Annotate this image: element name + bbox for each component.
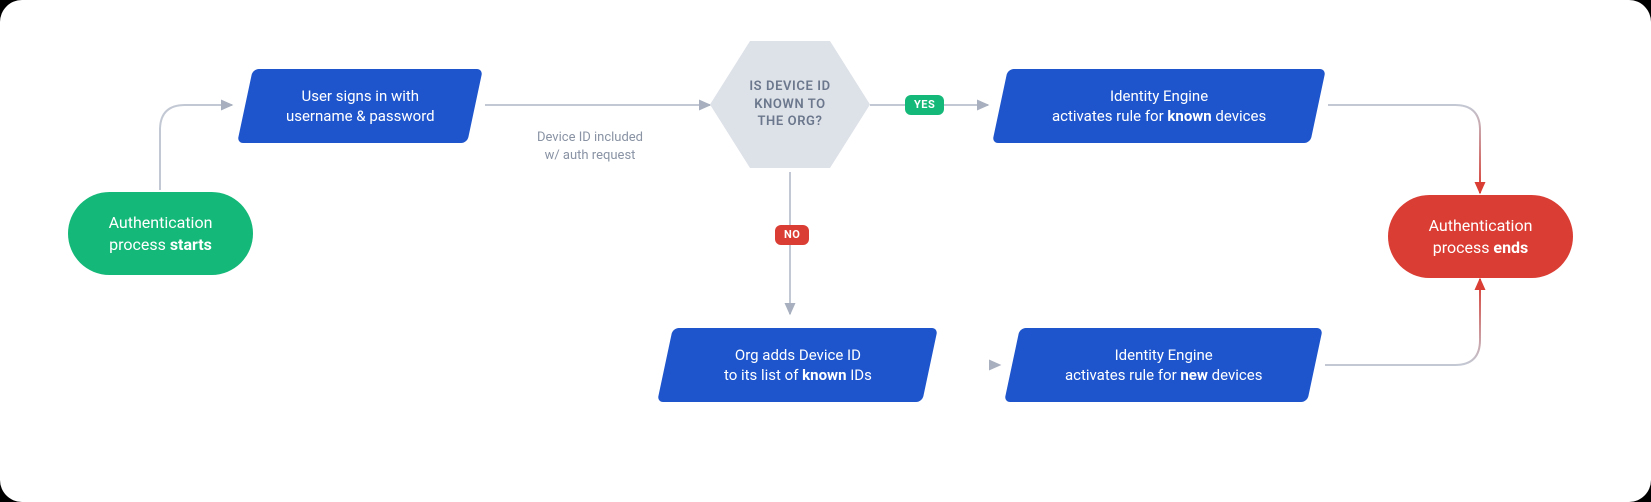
signin-line2: username & password <box>286 107 435 125</box>
known-line2s: devices <box>1212 107 1267 125</box>
signin-line1: User signs in with <box>301 87 419 105</box>
start-line2-bold: starts <box>170 235 212 254</box>
no-badge: NO <box>775 225 809 245</box>
yes-badge: YES <box>905 95 944 115</box>
end-node: Authentication process ends <box>1388 195 1573 278</box>
known-line2b: known <box>1167 107 1211 125</box>
start-line2-prefix: process <box>109 235 170 254</box>
device-id-note: Device ID included w/ auth request <box>510 127 670 167</box>
new-line2b: new <box>1180 366 1208 384</box>
decision-line1: IS DEVICE ID <box>749 79 830 94</box>
start-node: Authentication process starts <box>68 192 253 275</box>
new-line2p: activates rule for <box>1065 366 1180 384</box>
known-line2p: activates rule for <box>1052 107 1167 125</box>
end-line2-bold: ends <box>1493 238 1528 257</box>
known-devices-step: Identity Engine activates rule for known… <box>992 69 1326 143</box>
end-line2-prefix: process <box>1433 238 1494 257</box>
note-line1: Device ID included <box>537 130 643 145</box>
flow-diagram: Authentication process starts User signs… <box>0 0 1651 502</box>
end-line1: Authentication <box>1429 216 1533 235</box>
known-line1: Identity Engine <box>1110 87 1208 105</box>
add-line1: Org adds Device ID <box>734 346 860 364</box>
note-line2: w/ auth request <box>545 148 636 163</box>
add-line2s: IDs <box>846 366 871 384</box>
new-devices-step: Identity Engine activates rule for new d… <box>1004 328 1323 402</box>
new-line1: Identity Engine <box>1114 346 1212 364</box>
start-line1: Authentication <box>109 213 213 232</box>
new-line2s: devices <box>1208 366 1263 384</box>
add-device-step: Org adds Device ID to its list of known … <box>657 328 938 402</box>
decision-line3: THE ORG? <box>757 114 822 129</box>
signin-step: User signs in with username & password <box>237 69 483 143</box>
add-line2b: known <box>802 366 846 384</box>
decision-node: IS DEVICE ID KNOWN TO THE ORG? <box>710 37 870 172</box>
decision-line2: KNOWN TO <box>754 97 826 112</box>
add-line2p: to its list of <box>724 366 802 384</box>
